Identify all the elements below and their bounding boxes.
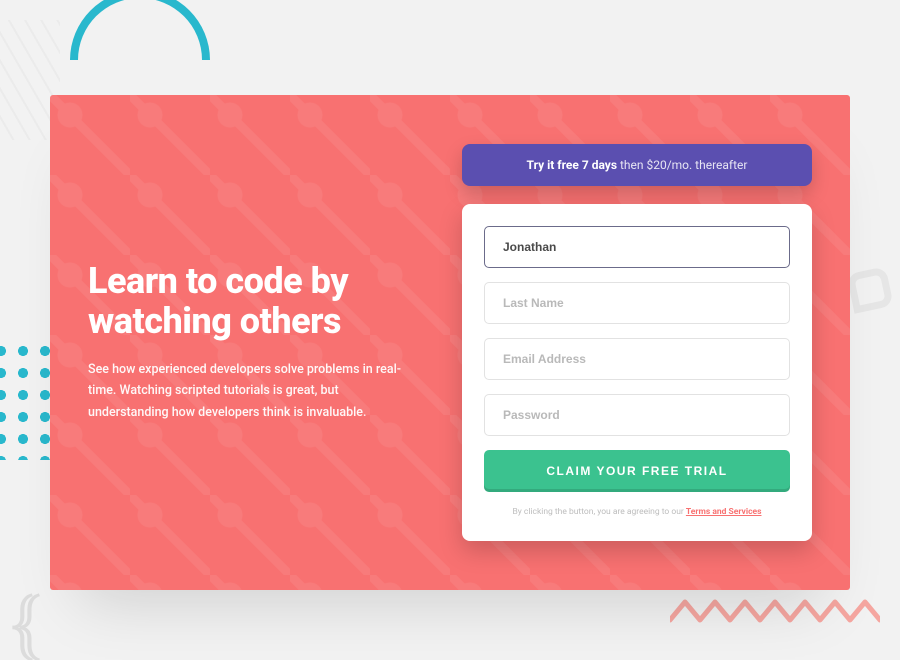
password-field[interactable] [484, 394, 790, 436]
promo-banner[interactable]: Try it free 7 days then $20/mo. thereaft… [462, 144, 812, 186]
zigzag-icon [670, 596, 880, 630]
signup-panel: Try it free 7 days then $20/mo. thereaft… [462, 144, 812, 541]
email-field[interactable] [484, 338, 790, 380]
submit-button[interactable]: CLAIM YOUR FREE TRIAL [484, 450, 790, 492]
decoration-braces: {{ [10, 601, 24, 650]
signup-form: CLAIM YOUR FREE TRIAL By clicking the bu… [462, 204, 812, 541]
decoration-arc [70, 0, 210, 60]
promo-bold: Try it free 7 days [527, 158, 617, 172]
hero-copy: Learn to code by watching others See how… [88, 262, 432, 423]
first-name-field[interactable] [484, 226, 790, 268]
decoration-zigzag [670, 596, 880, 630]
hero-headline: Learn to code by watching others [88, 262, 432, 341]
promo-rest: then $20/mo. thereafter [617, 158, 747, 172]
terms-link[interactable]: Terms and Services [686, 507, 762, 517]
terms-prefix: By clicking the button, you are agreeing… [512, 507, 685, 517]
decoration-speech-bubble [846, 266, 893, 313]
signup-hero: Learn to code by watching others See how… [50, 95, 850, 590]
hero-subcopy: See how experienced developers solve pro… [88, 359, 418, 423]
terms-text: By clicking the button, you are agreeing… [484, 506, 790, 519]
last-name-field[interactable] [484, 282, 790, 324]
